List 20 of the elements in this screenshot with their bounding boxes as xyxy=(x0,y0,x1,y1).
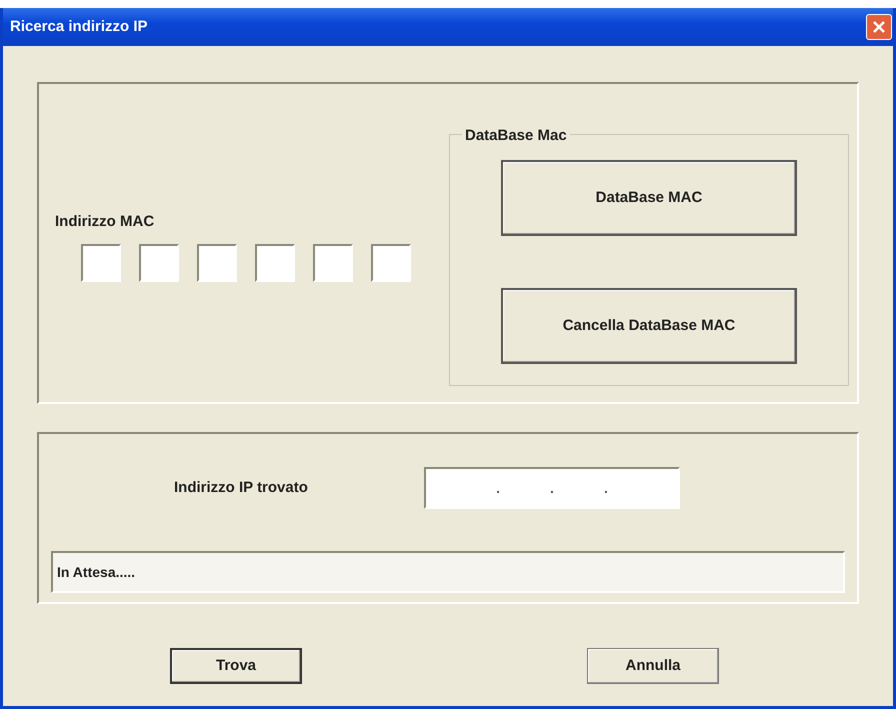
field-label: Indirizzo IP trovato xyxy=(174,478,309,498)
input-field[interactable] xyxy=(139,244,179,282)
input-field[interactable] xyxy=(371,244,411,282)
ip-separator: . xyxy=(496,478,500,498)
input-field[interactable] xyxy=(313,244,353,282)
dialog-button[interactable]: Annulla xyxy=(587,648,719,684)
input-field[interactable] xyxy=(81,244,121,282)
ip-separator: . xyxy=(550,478,554,498)
window-title: Ricerca indirizzo IP xyxy=(10,16,148,37)
field-label: Indirizzo MAC xyxy=(55,212,156,232)
input-field[interactable] xyxy=(255,244,295,282)
ip-address-field[interactable]: . . . xyxy=(424,467,680,509)
input-field[interactable] xyxy=(197,244,237,282)
database-button[interactable]: Cancella DataBase MAC xyxy=(501,288,797,364)
close-icon xyxy=(872,20,886,34)
status-text: In Attesa..... xyxy=(57,562,136,582)
dialog-button[interactable]: Trova xyxy=(170,648,302,684)
ip-separator: . xyxy=(604,478,608,498)
database-button[interactable]: DataBase MAC xyxy=(501,160,797,236)
close-button[interactable] xyxy=(866,14,892,40)
